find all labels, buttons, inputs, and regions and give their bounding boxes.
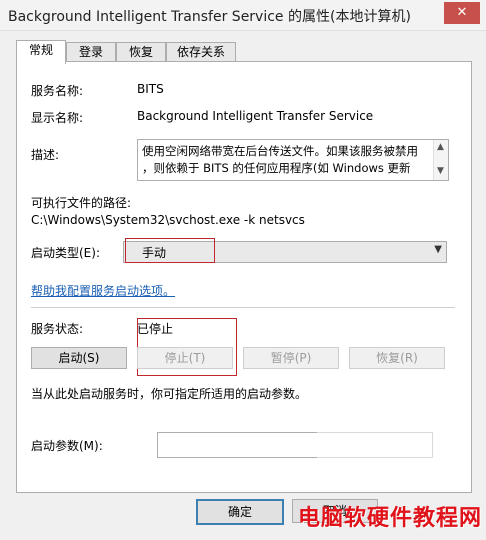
description-scrollbar[interactable]: ▲ ▼ bbox=[433, 140, 448, 180]
exec-path-value: C:\Windows\System32\svchost.exe -k netsv… bbox=[31, 213, 305, 227]
exec-path-label: 可执行文件的路径: bbox=[31, 196, 132, 210]
tab-dependencies[interactable]: 依存关系 bbox=[166, 42, 236, 62]
title-bar: Background Intelligent Transfer Service … bbox=[0, 0, 486, 31]
general-panel: 服务名称: BITS 显示名称: Background Intelligent … bbox=[16, 61, 472, 493]
service-status-label: 服务状态: bbox=[31, 322, 84, 336]
start-button[interactable]: 启动(S) bbox=[31, 347, 127, 369]
description-line-2: ，则依赖于 BITS 的任何应用程序(如 Windows 更新 bbox=[142, 161, 411, 175]
start-params-hint: 当从此处启动服务时，你可指定所适用的启动参数。 bbox=[31, 387, 308, 401]
resume-button[interactable]: 恢复(R) bbox=[349, 347, 445, 369]
chevron-down-icon[interactable]: ▼ bbox=[434, 244, 442, 255]
tab-general[interactable]: 常规 bbox=[16, 40, 66, 64]
window-title: Background Intelligent Transfer Service … bbox=[8, 9, 411, 25]
startup-type-label: 启动类型(E): bbox=[31, 246, 100, 260]
scroll-down-icon[interactable]: ▼ bbox=[437, 166, 444, 176]
divider bbox=[31, 307, 455, 308]
highlight-box-startup bbox=[125, 238, 215, 263]
display-name-value: Background Intelligent Transfer Service bbox=[137, 109, 374, 123]
pause-button[interactable]: 暂停(P) bbox=[243, 347, 339, 369]
tab-recovery[interactable]: 恢复 bbox=[116, 42, 166, 62]
service-name-value: BITS bbox=[137, 82, 164, 96]
description-label: 描述: bbox=[31, 148, 60, 162]
close-icon[interactable]: ✕ bbox=[444, 2, 480, 24]
help-link[interactable]: 帮助我配置服务启动选项。 bbox=[31, 282, 175, 299]
start-params-label: 启动参数(M): bbox=[31, 439, 103, 453]
display-name-label: 显示名称: bbox=[31, 111, 84, 125]
stop-button[interactable]: 停止(T) bbox=[137, 347, 233, 369]
ok-button[interactable]: 确定 bbox=[196, 499, 284, 525]
image-fade bbox=[317, 422, 467, 492]
service-name-label: 服务名称: bbox=[31, 84, 84, 98]
watermark: 电脑软硬件教程网 bbox=[297, 506, 482, 531]
scroll-up-icon[interactable]: ▲ bbox=[437, 142, 444, 152]
tab-logon[interactable]: 登录 bbox=[66, 42, 116, 62]
description-box[interactable]: 使用空闲网络带宽在后台传送文件。如果该服务被禁用 ，则依赖于 BITS 的任何应… bbox=[137, 139, 449, 181]
description-line-1: 使用空闲网络带宽在后台传送文件。如果该服务被禁用 bbox=[142, 144, 418, 158]
